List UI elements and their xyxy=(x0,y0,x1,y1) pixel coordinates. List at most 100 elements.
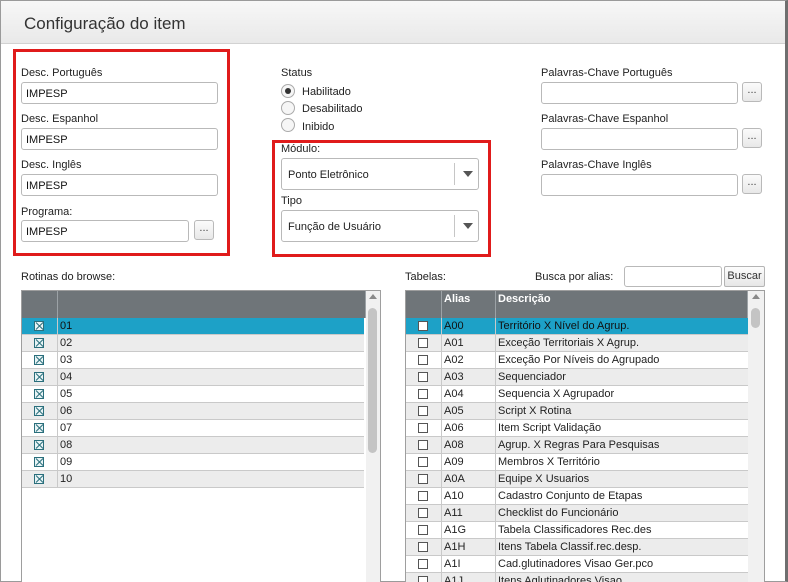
tabela-row[interactable]: A1J Itens Aglutinadores Visao xyxy=(406,573,748,582)
modulo-select[interactable]: Ponto Eletrônico xyxy=(281,158,479,190)
rotina-check-cell[interactable] xyxy=(22,420,58,437)
checkbox-icon[interactable] xyxy=(418,576,428,582)
keywords-en-lookup-button[interactable]: ... xyxy=(742,174,762,194)
status-radio-inibido[interactable] xyxy=(281,118,295,132)
tabela-check-cell[interactable] xyxy=(406,573,442,582)
checkbox-icon[interactable] xyxy=(418,559,428,569)
rotina-check-cell[interactable] xyxy=(22,403,58,420)
checkbox-icon[interactable] xyxy=(418,372,428,382)
tabelas-scroll-thumb[interactable] xyxy=(751,308,760,328)
tabela-check-cell[interactable] xyxy=(406,556,442,573)
checkbox-checked-icon[interactable] xyxy=(34,423,44,433)
keywords-pt-field[interactable] xyxy=(541,82,738,104)
scroll-up-icon[interactable] xyxy=(752,294,760,299)
checkbox-icon[interactable] xyxy=(418,321,428,331)
rotina-row[interactable]: 07 xyxy=(22,420,364,437)
tabela-check-cell[interactable] xyxy=(406,522,442,539)
tabela-row[interactable]: A11 Checklist do Funcionário xyxy=(406,505,748,522)
tabela-row[interactable]: A00 Território X Nível do Agrup. xyxy=(406,318,748,335)
rotina-row[interactable]: 02 xyxy=(22,335,364,352)
checkbox-icon[interactable] xyxy=(418,355,428,365)
checkbox-icon[interactable] xyxy=(418,389,428,399)
rotina-row[interactable]: 09 xyxy=(22,454,364,471)
checkbox-icon[interactable] xyxy=(418,338,428,348)
rotina-row[interactable]: 06 xyxy=(22,403,364,420)
rotina-check-cell[interactable] xyxy=(22,386,58,403)
rotina-check-cell[interactable] xyxy=(22,471,58,488)
modulo-dropdown-arrow[interactable] xyxy=(454,163,478,185)
checkbox-icon[interactable] xyxy=(418,423,428,433)
checkbox-checked-icon[interactable] xyxy=(34,389,44,399)
tabela-row[interactable]: A09 Membros X Território xyxy=(406,454,748,471)
rotinas-grid[interactable]: 01 02 03 04 05 06 07 08 09 10 xyxy=(21,290,381,582)
rotina-check-cell[interactable] xyxy=(22,369,58,386)
tabela-check-cell[interactable] xyxy=(406,420,442,437)
rotina-check-cell[interactable] xyxy=(22,352,58,369)
tabela-row[interactable]: A1I Cad.glutinadores Visao Ger.pco xyxy=(406,556,748,573)
rotina-row[interactable]: 10 xyxy=(22,471,364,488)
rotina-row[interactable]: 08 xyxy=(22,437,364,454)
tabela-check-cell[interactable] xyxy=(406,437,442,454)
keywords-es-lookup-button[interactable]: ... xyxy=(742,128,762,148)
rotina-check-cell[interactable] xyxy=(22,454,58,471)
tabela-check-cell[interactable] xyxy=(406,539,442,556)
tipo-dropdown-arrow[interactable] xyxy=(454,215,478,237)
tabela-row[interactable]: A1G Tabela Classificadores Rec.des xyxy=(406,522,748,539)
tabelas-header-alias[interactable]: Alias xyxy=(442,291,496,318)
desc-es-field[interactable]: IMPESP xyxy=(21,128,218,150)
tabela-check-cell[interactable] xyxy=(406,335,442,352)
programa-field[interactable]: IMPESP xyxy=(21,220,189,242)
tabela-row[interactable]: A05 Script X Rotina xyxy=(406,403,748,420)
checkbox-icon[interactable] xyxy=(418,508,428,518)
tabela-check-cell[interactable] xyxy=(406,386,442,403)
tabela-row[interactable]: A10 Cadastro Conjunto de Etapas xyxy=(406,488,748,505)
tabela-check-cell[interactable] xyxy=(406,403,442,420)
tabela-check-cell[interactable] xyxy=(406,352,442,369)
status-radio-habilitado[interactable] xyxy=(281,84,295,98)
search-button[interactable]: Buscar xyxy=(724,266,765,287)
keywords-es-field[interactable] xyxy=(541,128,738,150)
tabela-row[interactable]: A06 Item Script Validação xyxy=(406,420,748,437)
tabela-check-cell[interactable] xyxy=(406,369,442,386)
rotina-check-cell[interactable] xyxy=(22,318,58,335)
tabela-check-cell[interactable] xyxy=(406,471,442,488)
scroll-up-icon[interactable] xyxy=(369,294,377,299)
checkbox-checked-icon[interactable] xyxy=(34,338,44,348)
rotina-row[interactable]: 05 xyxy=(22,386,364,403)
checkbox-icon[interactable] xyxy=(418,406,428,416)
tabela-row[interactable]: A0A Equipe X Usuarios xyxy=(406,471,748,488)
checkbox-icon[interactable] xyxy=(418,474,428,484)
tabela-check-cell[interactable] xyxy=(406,488,442,505)
rotina-row[interactable]: 01 xyxy=(22,318,364,335)
keywords-en-field[interactable] xyxy=(541,174,738,196)
tabela-row[interactable]: A08 Agrup. X Regras Para Pesquisas xyxy=(406,437,748,454)
desc-pt-field[interactable]: IMPESP xyxy=(21,82,218,104)
tabela-row[interactable]: A01 Exceção Territoriais X Agrup. xyxy=(406,335,748,352)
checkbox-checked-icon[interactable] xyxy=(34,406,44,416)
desc-en-field[interactable]: IMPESP xyxy=(21,174,218,196)
rotinas-scrollbar[interactable] xyxy=(366,291,380,582)
keywords-pt-lookup-button[interactable]: ... xyxy=(742,82,762,102)
tipo-select[interactable]: Função de Usuário xyxy=(281,210,479,242)
status-radio-desabilitado[interactable] xyxy=(281,101,295,115)
tabela-row[interactable]: A1H Itens Tabela Classif.rec.desp. xyxy=(406,539,748,556)
checkbox-checked-icon[interactable] xyxy=(34,321,44,331)
tabela-row[interactable]: A02 Exceção Por Níveis do Agrupado xyxy=(406,352,748,369)
tabela-row[interactable]: A04 Sequencia X Agrupador xyxy=(406,386,748,403)
tabela-check-cell[interactable] xyxy=(406,505,442,522)
checkbox-icon[interactable] xyxy=(418,440,428,450)
tabela-check-cell[interactable] xyxy=(406,318,442,335)
rotina-check-cell[interactable] xyxy=(22,335,58,352)
tabela-row[interactable]: A03 Sequenciador xyxy=(406,369,748,386)
checkbox-checked-icon[interactable] xyxy=(34,440,44,450)
rotina-check-cell[interactable] xyxy=(22,437,58,454)
checkbox-icon[interactable] xyxy=(418,542,428,552)
rotinas-scroll-thumb[interactable] xyxy=(368,308,377,453)
rotina-row[interactable]: 03 xyxy=(22,352,364,369)
checkbox-checked-icon[interactable] xyxy=(34,372,44,382)
tabelas-scrollbar[interactable] xyxy=(748,291,764,582)
checkbox-icon[interactable] xyxy=(418,457,428,467)
tabelas-header-descricao[interactable]: Descrição xyxy=(496,291,748,318)
tabela-check-cell[interactable] xyxy=(406,454,442,471)
programa-lookup-button[interactable]: ... xyxy=(194,220,214,240)
